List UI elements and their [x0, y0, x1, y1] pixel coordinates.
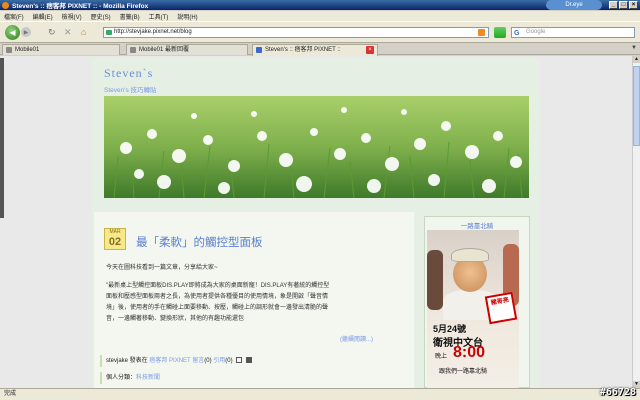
dreye-addon-button[interactable]: Dr.eye — [546, 0, 602, 10]
menu-file[interactable]: 檔案(F) — [4, 12, 24, 21]
menu-bookmarks[interactable]: 書籤(B) — [120, 12, 140, 21]
site-favicon-icon — [106, 30, 112, 35]
maximize-icon[interactable]: □ — [619, 1, 628, 9]
window-title: Steven's :: 痞客邦 PIXNET :: - Mozilla Fire… — [12, 3, 149, 10]
ad-time: 8:00 — [453, 344, 486, 361]
back-button[interactable]: ◀ — [5, 25, 20, 40]
status-text: 完成 — [4, 391, 17, 397]
minimize-icon[interactable]: _ — [609, 1, 618, 9]
ad-on-label: 晚上 — [435, 354, 448, 360]
post-category: 個人分類：科技新聞 — [100, 372, 160, 384]
tab-mobile01-latest[interactable]: Mobile01 最新回覆 — [126, 44, 248, 55]
tab-label: Mobile01 — [15, 47, 40, 53]
stop-icon[interactable]: ✕ — [64, 27, 72, 38]
menu-view[interactable]: 檢視(V) — [62, 12, 82, 21]
comment-count: (0) — [204, 358, 212, 364]
back-arrow-icon: ◀ — [9, 28, 16, 37]
tab-favicon-icon — [256, 47, 262, 53]
google-icon: G — [514, 30, 520, 37]
post-meta: stevjake 發表在 痞客邦 PIXNET 留言(0) 引用(0) — [100, 355, 412, 367]
sidebar-title: 一路靠北騎 — [460, 223, 494, 230]
post-month: MAR — [109, 229, 121, 235]
tab-favicon-icon — [130, 47, 136, 53]
post-site-link[interactable]: 痞客邦 PIXNET 留言 — [149, 358, 204, 364]
menu-history[interactable]: 歷史(S) — [91, 12, 111, 21]
tab-list-chevron-icon[interactable]: ▼ — [631, 45, 637, 51]
ad-slogan: 跟我們一路靠北騎 — [439, 369, 488, 375]
window-titlebar: ff Steven's :: 痞客邦 PIXNET :: - Mozilla F… — [0, 0, 640, 10]
address-bar[interactable]: http://stevjake.pixnet.net/blog — [103, 27, 489, 38]
tab-stevens-blog[interactable]: Steven's :: 痞客邦 PIXNET :: × — [252, 44, 378, 56]
scroll-thumb[interactable] — [633, 66, 640, 146]
edit-icon[interactable] — [236, 357, 243, 364]
ad-crowd-left — [427, 250, 443, 310]
menu-edit[interactable]: 編輯(E) — [33, 12, 53, 21]
post-date-badge: MAR 02 — [104, 228, 126, 250]
home-icon[interactable]: ⌂ — [81, 27, 86, 37]
search-placeholder: Google — [526, 29, 546, 35]
post-day: 02 — [108, 236, 122, 248]
go-button[interactable] — [494, 27, 506, 38]
header-banner-image — [104, 96, 529, 198]
address-url: http://stevjake.pixnet.net/blog — [114, 29, 192, 35]
forward-button[interactable]: ▶ — [21, 27, 31, 37]
blog-title[interactable]: Steven`s — [104, 66, 153, 81]
tab-mobile01[interactable]: Mobile01 — [2, 44, 120, 55]
forward-arrow-icon: ▶ — [23, 29, 29, 36]
scroll-up-icon[interactable]: ▲ — [633, 56, 640, 63]
category-label: 個人分類： — [106, 375, 137, 381]
trackback-link[interactable]: 引用 — [213, 358, 225, 364]
dandelion-field-picture — [104, 96, 529, 198]
trackback-count: (0) — [225, 358, 233, 364]
page-scrollbar[interactable]: ▲ ▼ — [632, 56, 640, 388]
window-controls: _ □ × — [609, 1, 638, 9]
tab-favicon-icon — [6, 47, 12, 53]
trash-icon[interactable] — [245, 357, 252, 364]
post-body: "最新桌上型觸控面板DIS.PLAY即將成為大家的桌面新寵！DIS.PLAY有著… — [106, 283, 330, 322]
tab-close-icon[interactable]: × — [366, 46, 374, 54]
tab-strip: Mobile01 Mobile01 最新回覆 Steven's :: 痞客邦 P… — [0, 43, 640, 56]
sidebar-ad-banner[interactable]: 豬哥亮 5月24號 衛視中文台 晚上 8:00 跟我們一路靠北騎 — [427, 230, 519, 388]
close-icon[interactable]: × — [629, 1, 638, 9]
menu-bar: 檔案(F) 編輯(E) 檢視(V) 歷史(S) 書籤(B) 工具(T) 說明(H… — [0, 11, 640, 21]
ad-stamp: 豬哥亮 — [484, 291, 518, 325]
post-title-link[interactable]: 最「柔軟」的觸控型面板 — [136, 234, 263, 250]
menu-tools[interactable]: 工具(T) — [149, 12, 169, 21]
post-intro: 今天在圖科技看到一篇文章，分享給大家~ — [106, 265, 218, 271]
status-bar: 完成 — [0, 388, 640, 400]
left-edge-strip — [0, 58, 4, 218]
category-link[interactable]: 科技新聞 — [136, 375, 160, 381]
read-more-link[interactable]: (繼續閱讀...) — [340, 334, 373, 343]
ad-person-hat — [451, 248, 489, 262]
post-author[interactable]: stevjake 發表在 — [106, 358, 148, 364]
tab-label: Mobile01 最新回覆 — [139, 47, 190, 53]
rss-feed-icon[interactable] — [478, 29, 485, 36]
search-input[interactable]: G Google — [511, 27, 635, 38]
navigation-toolbar: ◀ ▶ ↻ ✕ ⌂ http://stevjake.pixnet.net/blo… — [0, 21, 640, 43]
tab-label: Steven's :: 痞客邦 PIXNET :: — [265, 47, 341, 53]
reload-icon[interactable]: ↻ — [48, 27, 56, 38]
menu-help[interactable]: 說明(H) — [177, 12, 197, 21]
image-id-watermark: #66728 — [599, 387, 636, 398]
firefox-icon: ff — [2, 1, 9, 9]
blog-description: Steven's 技巧轉貼 — [104, 87, 157, 94]
